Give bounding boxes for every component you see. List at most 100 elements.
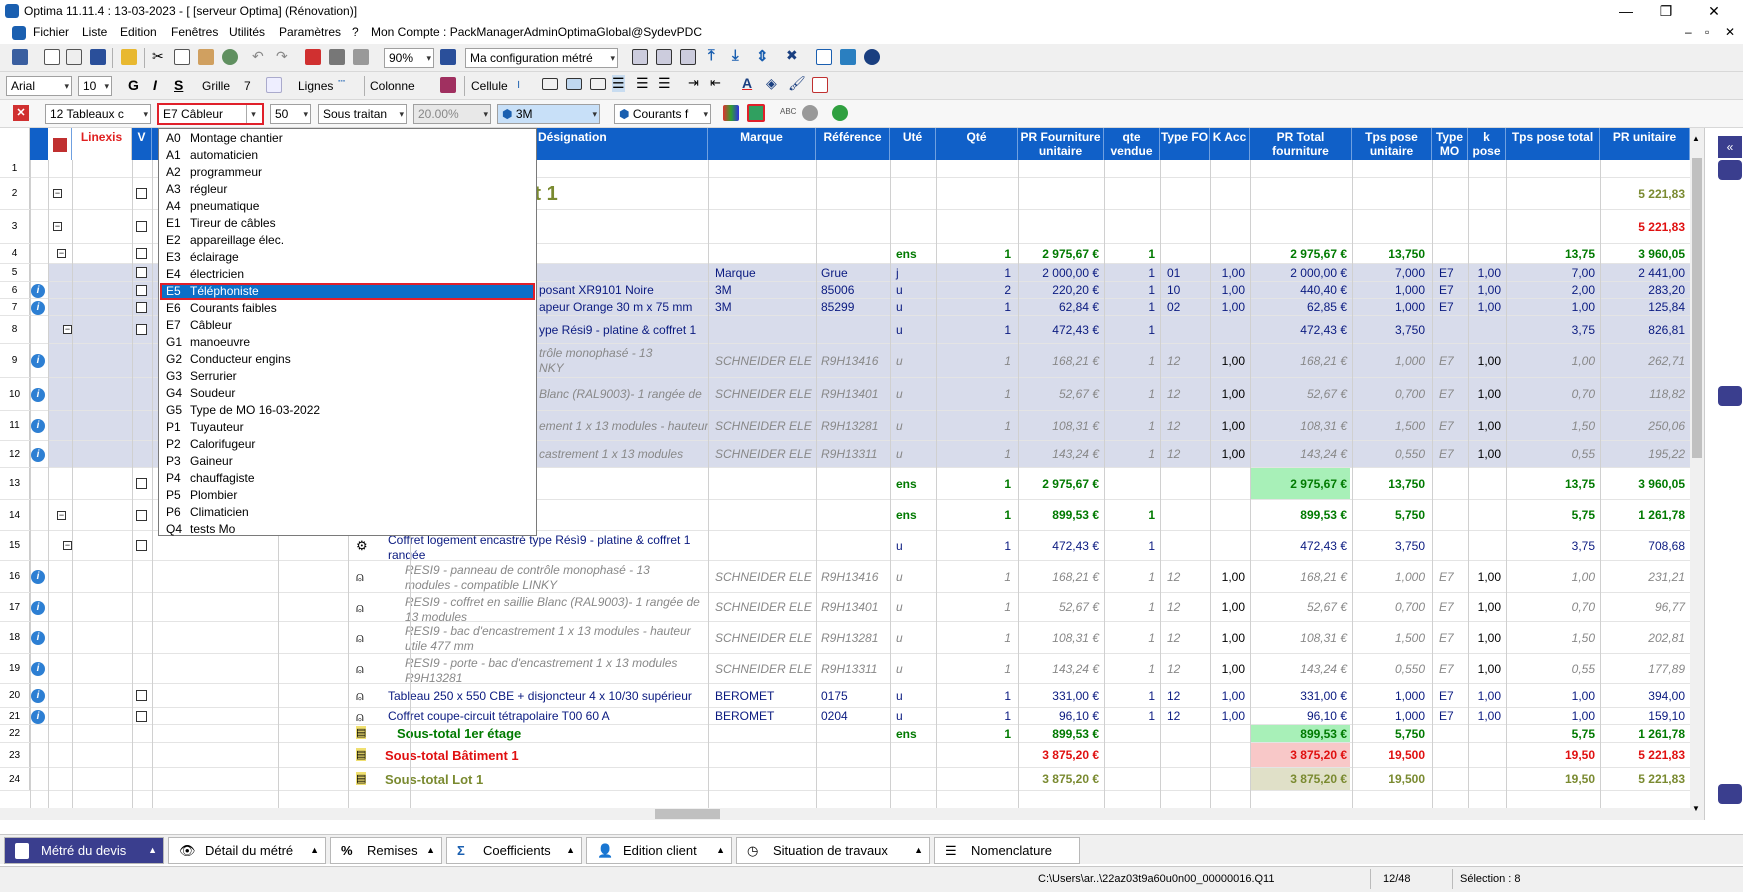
outdent-icon[interactable]: ⇤: [710, 75, 721, 91]
cell-tpt[interactable]: 7,00: [1506, 264, 1598, 281]
move-updown-icon[interactable]: ⇕: [756, 47, 769, 65]
row-checkbox[interactable]: [136, 509, 147, 521]
row-checkbox[interactable]: [136, 248, 147, 259]
dropdown-option[interactable]: E7 Câbleur: [160, 317, 535, 334]
maximize-button[interactable]: ❐: [1643, 0, 1689, 22]
dropdown-option[interactable]: A2 programmeur: [160, 164, 535, 181]
table-row[interactable]: 22 ▤ Sous-total 1er étage ens 1 899,53 €899,5…: [0, 725, 1690, 743]
cell-tpu[interactable]: 5,750: [1352, 725, 1428, 742]
cell-pr[interactable]: 1 261,78: [1600, 500, 1688, 530]
cell-kp[interactable]: 1,00: [1468, 282, 1504, 298]
cell-tpt[interactable]: 2,00: [1506, 282, 1598, 298]
sous-traitant-select[interactable]: Sous traitan ▾: [318, 104, 407, 124]
dropdown-option[interactable]: P6 Climaticien: [160, 504, 535, 521]
cell-pr[interactable]: 283,20: [1600, 282, 1688, 298]
cell-des[interactable]: castrement 1 x 13 modules: [536, 441, 708, 467]
cell-qte[interactable]: 1: [936, 316, 1014, 343]
cell-qv[interactable]: 1: [1104, 378, 1158, 410]
paste-special-icon[interactable]: [222, 49, 238, 65]
table-row[interactable]: 17 i ⍝ RESI9 - coffret en saillie Blanc (RA…: [0, 593, 1690, 622]
dropdown-option[interactable]: G2 Conducteur engins: [160, 351, 535, 368]
row-number[interactable]: 20: [0, 684, 30, 707]
cell-tpu[interactable]: 1,000: [1352, 299, 1428, 315]
cell-kp[interactable]: 1,00: [1468, 378, 1504, 410]
cell-pfu[interactable]: 3 875,20 €: [1018, 743, 1102, 767]
close-button[interactable]: ✕: [1691, 0, 1737, 22]
dropdown-option[interactable]: A0 Montage chantier: [160, 130, 535, 147]
cell-pr[interactable]: 5 221,83: [1600, 178, 1688, 209]
lock-icon[interactable]: [747, 104, 765, 122]
cell-pfu[interactable]: 143,24 €: [1018, 654, 1102, 683]
cell-tpu[interactable]: 19,500: [1352, 743, 1428, 767]
cell-tfo[interactable]: 12: [1164, 344, 1210, 377]
row-number[interactable]: 2: [0, 178, 30, 209]
header-v[interactable]: V: [132, 128, 152, 160]
cell-ref[interactable]: 0175: [818, 684, 890, 707]
cell-tpu[interactable]: 0,700: [1352, 593, 1428, 621]
menu-edition[interactable]: Edition: [120, 25, 157, 39]
cell-qv[interactable]: 1: [1104, 282, 1158, 298]
cell-tfo[interactable]: 12: [1164, 378, 1210, 410]
dropdown-option[interactable]: E1 Tireur de câbles: [160, 215, 535, 232]
row-number[interactable]: 7: [0, 299, 30, 315]
table-row[interactable]: 18 i ⍝ RESI9 - bac d'encastrement 1 x 13 mo…: [0, 622, 1690, 654]
cell-tmo[interactable]: E7: [1436, 344, 1468, 377]
italic-button[interactable]: I: [153, 77, 157, 93]
cell-qv[interactable]: 1: [1104, 244, 1158, 263]
side-tab2-icon[interactable]: [1718, 386, 1742, 406]
cell-tpt[interactable]: 3,75: [1506, 316, 1598, 343]
cell-qv[interactable]: 1: [1104, 654, 1158, 683]
type-mo-select[interactable]: E7 Câbleur ▾: [157, 103, 264, 125]
cell-tpu[interactable]: 13,750: [1352, 468, 1428, 499]
config-select[interactable]: Ma configuration métré ▾: [465, 48, 618, 68]
cell-ute[interactable]: u: [893, 531, 935, 560]
cell-tpu[interactable]: 13,750: [1352, 244, 1428, 263]
dropdown-option[interactable]: P2 Calorifugeur: [160, 436, 535, 453]
copy2-icon[interactable]: [174, 49, 190, 65]
shield-icon[interactable]: [864, 49, 880, 65]
cell-ute[interactable]: ens: [893, 468, 935, 499]
cell-tpt[interactable]: 5,75: [1506, 500, 1598, 530]
header-tps-pose-total[interactable]: Tps pose total: [1506, 128, 1600, 160]
row-checkbox[interactable]: [136, 710, 147, 722]
cell-pr[interactable]: 125,84: [1600, 299, 1688, 315]
cell-pr[interactable]: 250,06: [1600, 411, 1688, 440]
zoom-select[interactable]: 90% ▾: [384, 48, 434, 68]
dropdown-option[interactable]: A1 automaticien: [160, 147, 535, 164]
cell-qte[interactable]: 1: [936, 684, 1014, 707]
cell-ute[interactable]: u: [893, 299, 935, 315]
table-row[interactable]: 21 i ⍝ Coffret coupe-circuit tétrapolaire T…: [0, 708, 1690, 725]
cell-marque[interactable]: BEROMET: [712, 684, 816, 707]
cell-kacc[interactable]: 1,00: [1210, 684, 1248, 707]
save-icon[interactable]: [90, 49, 106, 65]
cell-pfu[interactable]: 168,21 €: [1018, 561, 1102, 592]
tab-metre-devis[interactable]: Métré du devis ▲: [4, 837, 164, 864]
cell-qte[interactable]: 1: [936, 561, 1014, 592]
row-checkbox[interactable]: [136, 284, 147, 296]
cell-tfo[interactable]: 12: [1164, 561, 1210, 592]
cell-tpu[interactable]: 5,750: [1352, 500, 1428, 530]
cell-tpu[interactable]: 0,700: [1352, 378, 1428, 410]
cell-qv[interactable]: 1: [1104, 344, 1158, 377]
cell-kacc[interactable]: 1,00: [1210, 378, 1248, 410]
cell-ref[interactable]: 85006: [818, 282, 890, 298]
cell-ptf[interactable]: 440,40 €: [1250, 282, 1350, 298]
cell-pr[interactable]: 118,82: [1600, 378, 1688, 410]
align-left-icon[interactable]: ☰: [612, 75, 625, 92]
row-format3-icon[interactable]: [590, 78, 606, 90]
cell-pfu[interactable]: 62,84 €: [1018, 299, 1102, 315]
cell-qv[interactable]: 1: [1104, 316, 1158, 343]
cell-tpt[interactable]: 3,75: [1506, 531, 1598, 560]
cell-tmo[interactable]: E7: [1436, 561, 1468, 592]
cell-pfu[interactable]: 52,67 €: [1018, 378, 1102, 410]
cell-kp[interactable]: 1,00: [1468, 299, 1504, 315]
cell-tpt[interactable]: 5,75: [1506, 725, 1598, 742]
cell-pfu[interactable]: 52,67 €: [1018, 593, 1102, 621]
cell-tfo[interactable]: 12: [1164, 708, 1210, 724]
cell-pfu[interactable]: 899,53 €: [1018, 725, 1102, 742]
cell-tpt[interactable]: 1,00: [1506, 344, 1598, 377]
cell-tpu[interactable]: 3,750: [1352, 316, 1428, 343]
side-collapse-icon[interactable]: «: [1718, 136, 1742, 158]
cell-ref[interactable]: Grue: [818, 264, 890, 281]
cell-des[interactable]: posant XR9101 Noire: [536, 282, 708, 298]
